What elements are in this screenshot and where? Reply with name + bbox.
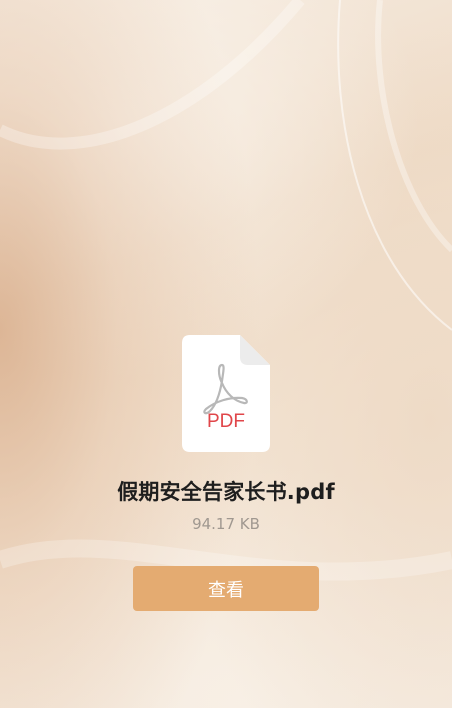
file-name: 假期安全告家长书.pdf [117, 480, 335, 504]
pdf-file-icon: PDF [182, 335, 270, 452]
view-button[interactable]: 查看 [133, 566, 319, 611]
pdf-type-label: PDF [207, 411, 245, 432]
file-size: 94.17 KB [192, 515, 260, 533]
